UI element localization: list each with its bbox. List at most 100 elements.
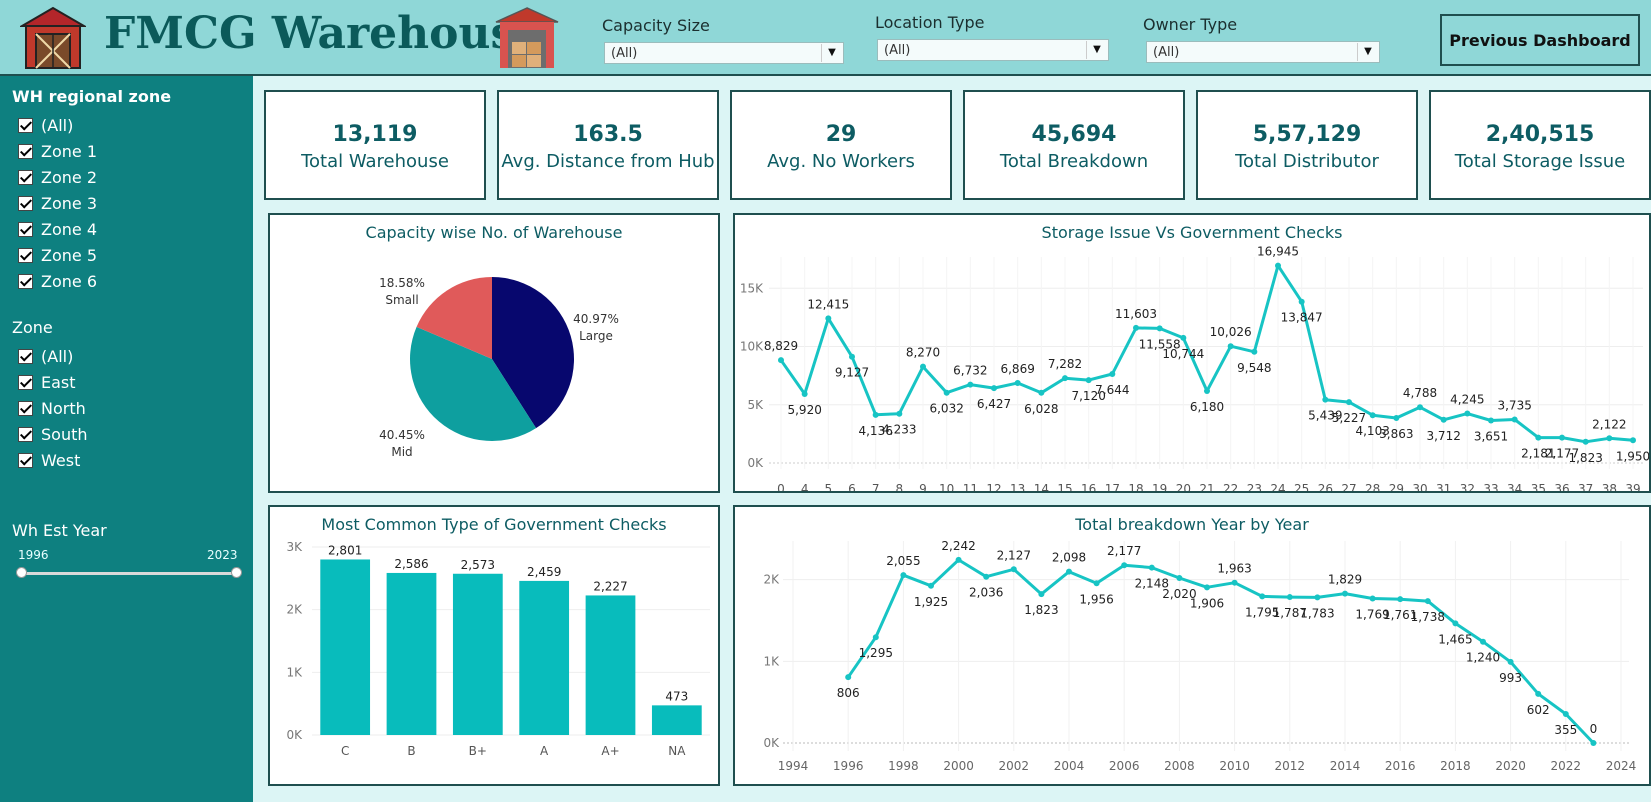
kpi-value: 163.5 bbox=[573, 122, 643, 147]
kpi-label: Total Distributor bbox=[1235, 151, 1379, 172]
y-tick-label: 10K bbox=[740, 340, 764, 354]
zone-option[interactable]: (All) bbox=[18, 345, 73, 367]
data-point bbox=[1314, 594, 1321, 601]
data-point bbox=[1176, 575, 1183, 582]
x-tick-label: 38 bbox=[1602, 482, 1617, 491]
zone-option[interactable]: South bbox=[18, 423, 88, 445]
x-tick-label: 23 bbox=[1247, 482, 1262, 491]
zone-option[interactable]: North bbox=[18, 397, 86, 419]
data-point bbox=[1397, 596, 1404, 603]
previous-dashboard-button[interactable]: Previous Dashboard bbox=[1440, 14, 1640, 66]
x-tick-label: B+ bbox=[469, 744, 487, 758]
data-point bbox=[1062, 375, 1068, 382]
data-label: 5,227 bbox=[1332, 411, 1366, 425]
option-label: West bbox=[41, 450, 81, 470]
data-label: 2,098 bbox=[1052, 551, 1086, 565]
kpi-label: Total Storage Issue bbox=[1454, 151, 1626, 172]
data-point bbox=[1121, 562, 1128, 569]
x-tick-label: 1996 bbox=[833, 759, 864, 773]
x-tick-label: 12 bbox=[986, 482, 1001, 491]
data-point bbox=[1259, 593, 1266, 600]
checks-bar-chart: 0K 1K 2K 3K 2,801 C 2,586 B 2,573 B+ 2,459 A 2,227 A+… bbox=[286, 540, 710, 758]
checkbox-icon[interactable] bbox=[18, 374, 33, 390]
pie-pct-label: 18.58% bbox=[379, 276, 425, 290]
checkbox-icon[interactable] bbox=[18, 221, 33, 237]
x-tick-label: B bbox=[407, 744, 415, 758]
data-label: 2,122 bbox=[1592, 417, 1626, 431]
checkbox-icon[interactable] bbox=[18, 195, 33, 211]
checkbox-icon[interactable] bbox=[18, 400, 33, 416]
chevron-down-icon[interactable]: ▼ bbox=[1357, 43, 1378, 61]
data-label: 10,026 bbox=[1210, 325, 1252, 339]
data-label: 3,735 bbox=[1497, 398, 1531, 412]
y-tick-label: 2K bbox=[286, 603, 303, 617]
data-point bbox=[825, 315, 832, 322]
regional-zone-option[interactable]: Zone 1 bbox=[18, 140, 97, 162]
capacity-size-label: Capacity Size bbox=[602, 16, 710, 35]
data-label: 993 bbox=[1499, 671, 1522, 685]
data-label: 2,242 bbox=[941, 539, 975, 553]
regional-zone-option[interactable]: Zone 5 bbox=[18, 244, 97, 266]
regional-zone-option[interactable]: Zone 3 bbox=[18, 192, 97, 214]
data-point bbox=[1393, 415, 1400, 422]
y-tick-label: 5K bbox=[747, 398, 764, 412]
chevron-down-icon[interactable]: ▼ bbox=[821, 44, 842, 62]
data-point bbox=[1535, 690, 1542, 697]
year-slider-max: 2023 bbox=[207, 548, 238, 562]
x-tick-label: 5 bbox=[825, 482, 833, 491]
x-tick-label: 4 bbox=[801, 482, 809, 491]
regional-zone-option[interactable]: Zone 2 bbox=[18, 166, 97, 188]
data-label: 3,712 bbox=[1426, 429, 1460, 443]
year-slider-track[interactable] bbox=[21, 572, 237, 575]
checkbox-icon[interactable] bbox=[18, 426, 33, 442]
year-slider-max-handle[interactable] bbox=[231, 567, 242, 578]
data-label: 5,920 bbox=[787, 403, 821, 417]
kpi-card-total-breakdown: 45,694 Total Breakdown bbox=[963, 90, 1185, 200]
data-label: 2,177 bbox=[1107, 544, 1141, 558]
checkbox-icon[interactable] bbox=[18, 247, 33, 263]
option-label: South bbox=[41, 424, 88, 444]
data-point bbox=[1369, 412, 1376, 419]
location-type-dropdown[interactable]: (All) ▼ bbox=[877, 39, 1109, 61]
capacity-size-dropdown[interactable]: (All) ▼ bbox=[604, 42, 844, 64]
owner-type-dropdown[interactable]: (All) ▼ bbox=[1146, 41, 1380, 63]
x-tick-label: 31 bbox=[1436, 482, 1451, 491]
data-label: 355 bbox=[1554, 723, 1577, 737]
x-tick-label: 28 bbox=[1365, 482, 1380, 491]
location-type-value: (All) bbox=[884, 43, 911, 58]
data-point bbox=[845, 674, 852, 681]
zone-option[interactable]: West bbox=[18, 449, 80, 471]
checkbox-icon[interactable] bbox=[18, 117, 33, 133]
regional-zone-option[interactable]: (All) bbox=[18, 114, 73, 136]
data-point bbox=[1342, 590, 1348, 597]
x-tick-label: 13 bbox=[1010, 482, 1025, 491]
owner-type-label: Owner Type bbox=[1143, 15, 1238, 34]
breakdown-line-panel: Total breakdown Year by Year 0K 1K 2K 1994 1… bbox=[733, 505, 1651, 786]
chevron-down-icon[interactable]: ▼ bbox=[1086, 41, 1107, 59]
bar bbox=[386, 572, 437, 735]
data-point bbox=[849, 353, 855, 360]
x-tick-label: A bbox=[540, 744, 549, 758]
checkbox-icon[interactable] bbox=[18, 169, 33, 185]
data-label: 1,956 bbox=[1079, 592, 1113, 606]
data-label: 6,427 bbox=[977, 397, 1011, 411]
x-tick-label: 9 bbox=[919, 482, 927, 491]
checkbox-icon[interactable] bbox=[18, 143, 33, 159]
regional-zone-option[interactable]: Zone 4 bbox=[18, 218, 97, 240]
data-label: 1,295 bbox=[859, 646, 893, 660]
checkbox-icon[interactable] bbox=[18, 452, 33, 468]
year-slider-min-handle[interactable] bbox=[16, 567, 27, 578]
checkbox-icon[interactable] bbox=[18, 273, 33, 289]
data-label: 7,644 bbox=[1095, 383, 1129, 397]
data-point bbox=[1562, 711, 1569, 718]
zone-option[interactable]: East bbox=[18, 371, 76, 393]
pie-category-label: Mid bbox=[391, 445, 412, 459]
option-label: North bbox=[41, 398, 86, 418]
kpi-value: 5,57,129 bbox=[1252, 122, 1362, 147]
checkbox-icon[interactable] bbox=[18, 348, 33, 364]
data-label: 8,270 bbox=[906, 346, 940, 360]
regional-zone-option[interactable]: Zone 6 bbox=[18, 270, 97, 292]
data-point bbox=[1038, 591, 1045, 598]
data-label: 11,603 bbox=[1115, 307, 1157, 321]
bar-value-label: 2,227 bbox=[593, 579, 627, 593]
